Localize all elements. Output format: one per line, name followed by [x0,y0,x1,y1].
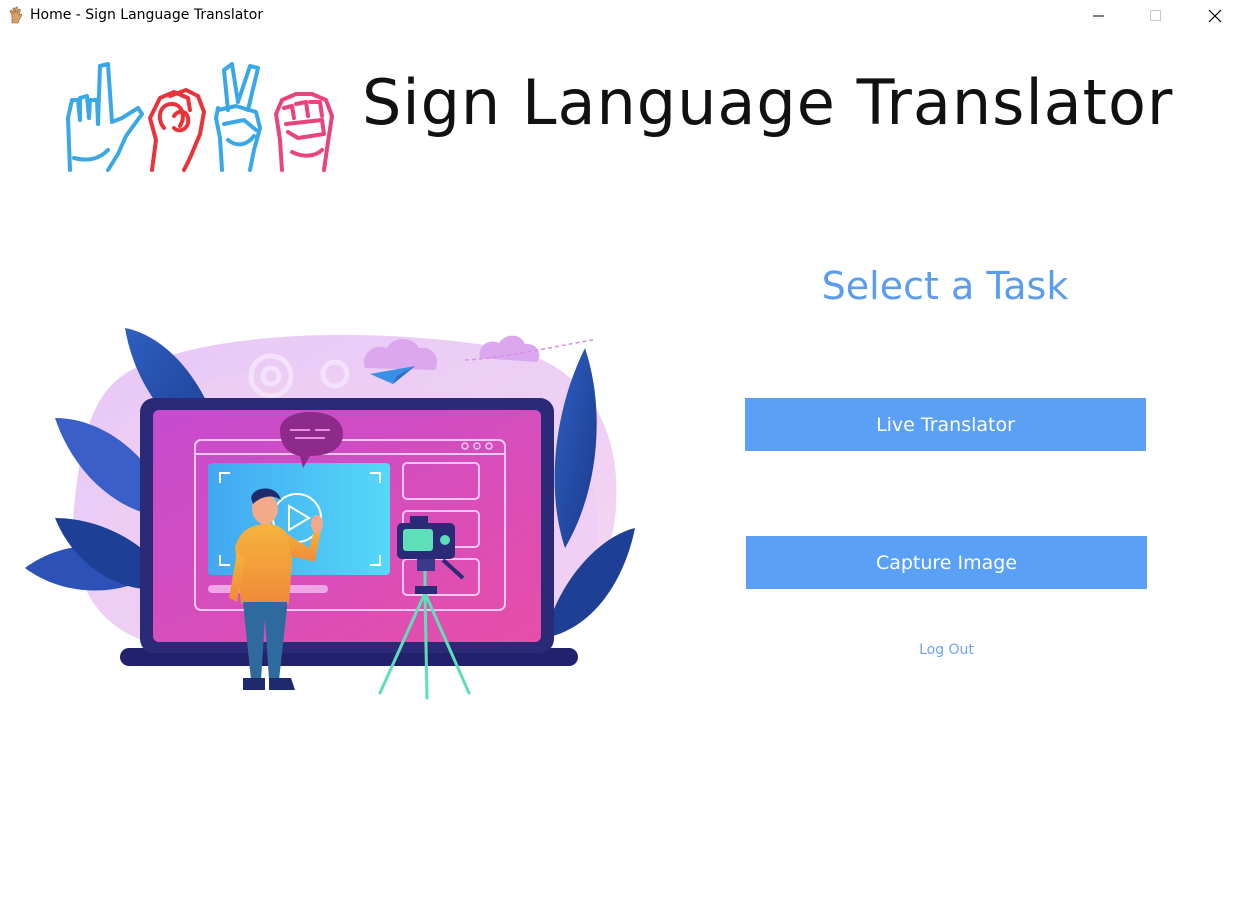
title-bar: Home - Sign Language Translator [0,0,1239,32]
live-translator-label: Live Translator [876,413,1015,436]
hand-sign-icon [9,6,23,24]
capture-image-button[interactable]: Capture Image [746,536,1147,589]
capture-image-label: Capture Image [875,551,1018,574]
logout-link[interactable]: Log Out [746,642,1147,658]
window-title: Home - Sign Language Translator [30,7,264,23]
minimize-icon [1093,15,1104,17]
brand-title: Sign Language Translator [362,66,1174,139]
live-translator-button[interactable]: Live Translator [745,398,1146,451]
video-recording-illustration [25,328,635,700]
task-heading: Select a Task [821,264,1069,308]
sign-language-hands-logo [66,62,334,172]
close-icon [1208,9,1222,23]
maximize-icon [1150,10,1161,21]
close-button[interactable] [1192,0,1238,32]
main-window: Home - Sign Language Translator Sign Lan… [0,0,1239,917]
maximize-button[interactable] [1133,0,1179,32]
minimize-button[interactable] [1076,0,1122,32]
